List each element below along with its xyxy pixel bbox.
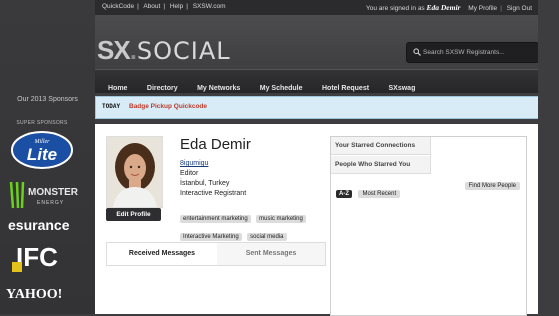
- alert-tag: TODAY: [102, 103, 121, 110]
- nav-sxswag[interactable]: SXswag: [389, 85, 416, 92]
- svg-text:esurance: esurance: [8, 217, 70, 233]
- svg-text:ENERGY: ENERGY: [37, 200, 64, 206]
- right-margin: [538, 0, 559, 314]
- connections-panel: Your Starred Connections People Who Star…: [330, 136, 527, 316]
- tab-starred-connections[interactable]: Your Starred Connections: [331, 137, 431, 155]
- sx-social-logo[interactable]: SX.SOCIAL: [97, 35, 231, 65]
- tab-people-who-starred-you[interactable]: People Who Starred You: [331, 156, 431, 174]
- signed-in-user: Eda Demir: [426, 3, 461, 12]
- about-link[interactable]: About: [143, 3, 160, 10]
- main-nav: Home Directory My Networks My Schedule H…: [95, 69, 538, 93]
- profile-registrant-type: Interactive Registrant: [180, 190, 247, 197]
- nav-directory[interactable]: Directory: [147, 85, 178, 92]
- sort-most-recent-button[interactable]: Most Recent: [358, 190, 401, 198]
- nav-my-schedule[interactable]: My Schedule: [260, 85, 303, 92]
- nav-hotel-request[interactable]: Hotel Request: [322, 85, 369, 92]
- esurance-logo[interactable]: esurance: [8, 216, 78, 239]
- quickcode-link[interactable]: QuickCode: [102, 3, 134, 10]
- my-profile-link[interactable]: My Profile: [468, 5, 497, 12]
- signed-in-text: You are signed in as: [366, 5, 425, 12]
- interest-tag[interactable]: social media: [247, 233, 287, 241]
- profile-role: Editor: [180, 170, 199, 177]
- help-link[interactable]: Help: [170, 3, 183, 10]
- sort-az-button[interactable]: A-Z: [336, 190, 352, 198]
- svg-text:MONSTER: MONSTER: [28, 187, 79, 198]
- nav-my-networks[interactable]: My Networks: [197, 85, 240, 92]
- brand-sx: SX: [97, 35, 131, 65]
- ifc-logo[interactable]: IFC: [12, 240, 74, 279]
- search-input[interactable]: [423, 45, 533, 59]
- brand-social: SOCIAL: [136, 37, 231, 65]
- search-box[interactable]: [406, 42, 539, 63]
- interest-tag[interactable]: Interactive Marketing: [180, 233, 242, 241]
- miller-lite-logo[interactable]: Miller Lite: [10, 130, 74, 175]
- sort-controls: A-Z Most Recent: [336, 182, 401, 200]
- profile-location: İstanbul, Turkey: [180, 180, 230, 187]
- interest-tags: entertainment marketing music marketing …: [180, 207, 325, 243]
- edit-profile-button[interactable]: Edit Profile: [106, 208, 161, 221]
- profile-name: Eda Demir: [180, 136, 251, 153]
- nav-home[interactable]: Home: [108, 85, 127, 92]
- svg-text:YAHOO!: YAHOO!: [6, 287, 62, 302]
- sponsor-sidebar: Our 2013 Sponsors SUPER SPONSORS Miller …: [0, 0, 95, 314]
- super-sponsors-label: SUPER SPONSORS: [16, 120, 68, 126]
- message-tabs: Received Messages Sent Messages: [106, 242, 326, 266]
- svg-text:Lite: Lite: [27, 145, 57, 164]
- badge-pickup-link[interactable]: Badge Pickup Quickcode: [129, 103, 207, 110]
- profile-username[interactable]: 8igumigu: [180, 159, 246, 169]
- tab-received-messages[interactable]: Received Messages: [107, 243, 217, 265]
- tab-sent-messages[interactable]: Sent Messages: [217, 243, 325, 265]
- top-utility-bar: QuickCode | About | Help | SXSW.com You are…: [95, 0, 538, 15]
- sign-out-link[interactable]: Sign Out: [507, 5, 532, 12]
- svg-text:IFC: IFC: [16, 242, 58, 272]
- find-more-people-button[interactable]: Find More People: [464, 182, 520, 190]
- search-icon: [413, 48, 421, 56]
- profile-panel: Edit Profile Eda Demir 8igumigu Editor İ…: [95, 124, 538, 316]
- monster-energy-logo[interactable]: MONSTER ENERGY: [8, 180, 80, 215]
- main-area: QuickCode | About | Help | SXSW.com You are…: [95, 0, 539, 316]
- yahoo-logo[interactable]: YAHOO!: [6, 284, 78, 307]
- profile-info: 8igumigu Editor İstanbul, Turkey Interac…: [180, 159, 246, 199]
- sxsw-link[interactable]: SXSW.com: [193, 3, 226, 10]
- alert-banner: TODAY Badge Pickup Quickcode: [95, 96, 539, 119]
- profile-avatar: [106, 136, 163, 208]
- interest-tag[interactable]: entertainment marketing: [180, 215, 251, 223]
- interest-tag[interactable]: music marketing: [256, 215, 306, 223]
- sponsors-title: Our 2013 Sponsors: [17, 96, 78, 103]
